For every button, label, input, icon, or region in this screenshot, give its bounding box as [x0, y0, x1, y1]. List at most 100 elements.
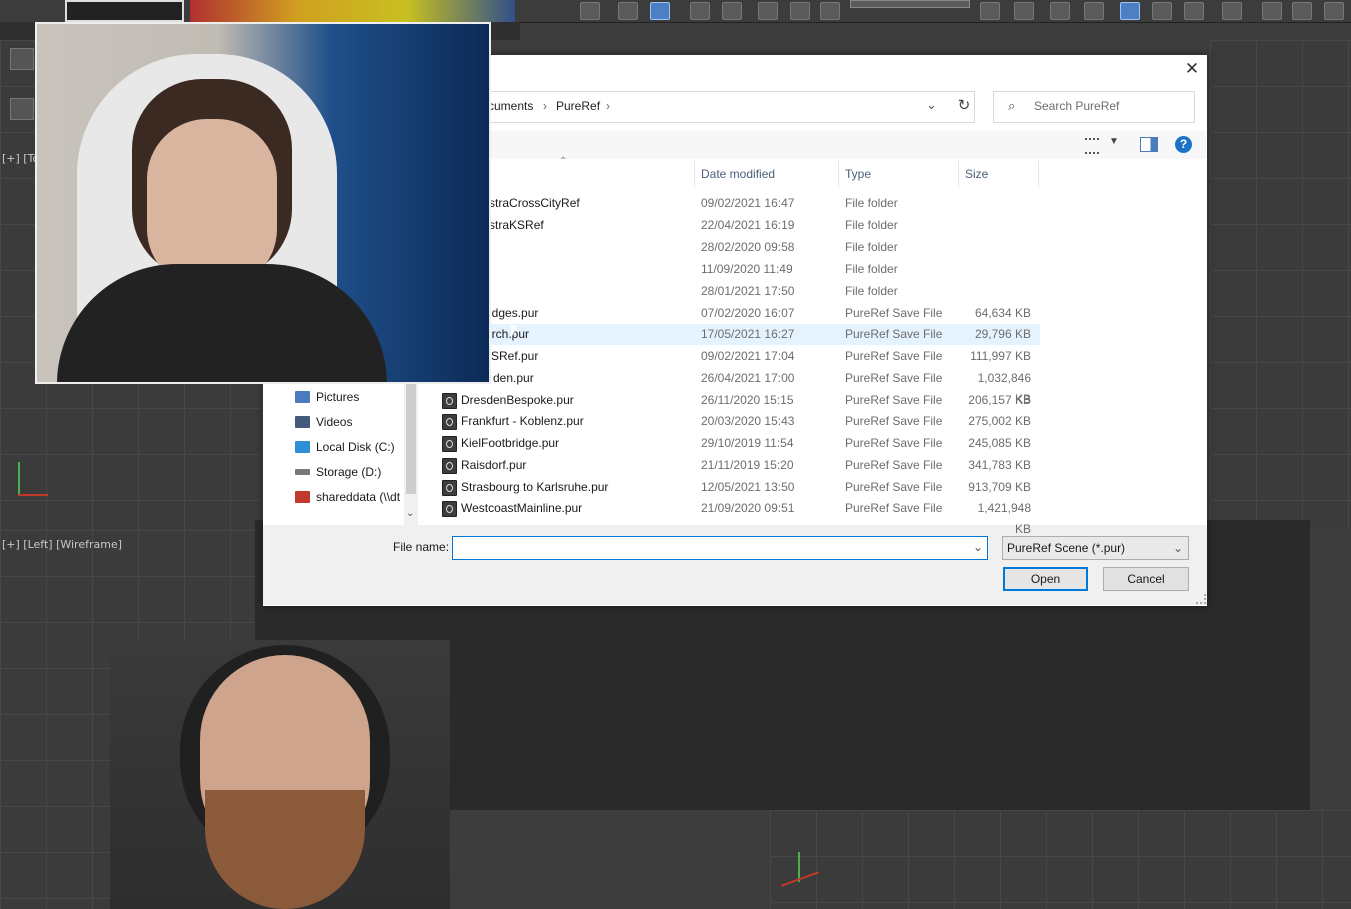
column-date-modified[interactable]: Date modified [701, 165, 775, 185]
file-size: 111,997 KB [970, 349, 1031, 363]
open-button[interactable]: Open [1003, 567, 1088, 591]
viewport-left-label[interactable]: [+] [Left] [Wireframe] [2, 538, 122, 551]
select-icon[interactable] [580, 2, 600, 20]
filename-dropdown-icon[interactable]: ⌄ [973, 540, 983, 554]
edit-named-sets-icon[interactable] [820, 2, 840, 20]
resize-grip-icon[interactable] [1196, 594, 1206, 604]
file-row[interactable]: WestcoastMainline.pur 21/09/2020 09:51 P… [440, 498, 1040, 536]
mirror-icon[interactable] [980, 2, 1000, 20]
local-disk-icon [295, 441, 310, 453]
file-date: 21/11/2019 15:20 [701, 458, 794, 472]
close-button[interactable]: ✕ [1180, 58, 1204, 80]
nav-label: Pictures [316, 390, 360, 404]
nav-scrollbar[interactable]: ⌄ [404, 380, 418, 525]
file-row[interactable]: in 28/01/2021 17:50 File folder [440, 281, 1040, 302]
scene-explorer-icon[interactable] [1084, 2, 1104, 20]
file-date: 20/03/2020 15:43 [701, 414, 795, 428]
nav-label: Videos [316, 415, 353, 429]
filename-input[interactable]: ⌄ [452, 536, 988, 560]
render-setup-icon[interactable] [1222, 2, 1242, 20]
column-separator[interactable] [1038, 161, 1039, 187]
file-type: PureRef Save File [845, 306, 943, 320]
render-icon[interactable] [1292, 2, 1312, 20]
videos-icon [295, 416, 310, 428]
file-row[interactable]: CityGSRef.pur 09/02/2021 17:04 PureRef S… [440, 346, 1040, 367]
nav-item-shareddata[interactable]: shareddata (\\dt [295, 485, 403, 509]
view-options-icon[interactable] [1085, 138, 1099, 154]
sort-arrow-icon: ⌃ [559, 156, 568, 167]
breadcrumb-chevron-icon[interactable]: › [606, 99, 610, 113]
chevron-down-icon[interactable]: ⌄ [926, 97, 937, 113]
pureref-file-icon [442, 480, 457, 496]
pureref-file-icon [442, 458, 457, 474]
file-row[interactable]: DresdenBespoke.pur 26/11/2020 15:15 Pure… [440, 390, 1040, 411]
help-icon[interactable]: ? [1175, 136, 1192, 153]
file-size: 29,796 KB [974, 327, 1031, 341]
viewport-top-label[interactable]: [+] [To [2, 152, 39, 165]
column-separator[interactable] [838, 161, 839, 187]
percent-snap-icon[interactable] [758, 2, 778, 20]
file-size: 275,002 KB [968, 414, 1031, 428]
nav-item-local-disk[interactable]: Local Disk (C:) [295, 435, 395, 459]
file-row[interactable]: looBridges.pur 07/02/2020 16:07 PureRef … [440, 303, 1040, 324]
file-row[interactable]: yRef 11/09/2020 11:49 File folder [440, 259, 1040, 280]
named-selection-dropdown[interactable] [850, 0, 970, 8]
breadcrumb-documents[interactable]: cuments [488, 99, 533, 113]
file-row[interactable]: eShastraKSRef 22/04/2021 16:19 File fold… [440, 215, 1040, 236]
file-row[interactable]: Raisdorf.pur 21/11/2019 15:20 PureRef Sa… [440, 455, 1040, 476]
cancel-button[interactable]: Cancel [1103, 567, 1189, 591]
nav-item-pictures[interactable]: Pictures [295, 385, 359, 409]
filetype-select[interactable]: PureRef Scene (*.pur) ⌄ [1002, 536, 1189, 560]
mouse-cursor-icon [511, 325, 517, 339]
nav-item-videos[interactable]: Videos [295, 410, 352, 434]
file-type: PureRef Save File [845, 414, 943, 428]
filename-label: File name: [393, 540, 450, 554]
file-date: 26/04/2021 17:00 [701, 371, 795, 385]
file-row[interactable]: den.pur 26/04/2021 17:00 PureRef Save Fi… [440, 368, 1040, 406]
move-icon[interactable] [618, 2, 638, 20]
active-tool-icon[interactable] [650, 2, 670, 20]
filetype-value: PureRef Scene (*.pur) [1007, 541, 1126, 555]
view-dropdown-icon[interactable]: ▼ [1109, 136, 1119, 147]
nav-scrollbar-thumb[interactable] [406, 382, 416, 494]
refresh-icon[interactable]: ↻ [950, 91, 978, 121]
file-row[interactable]: ence 28/02/2020 09:58 File folder [440, 237, 1040, 258]
breadcrumb-pureref[interactable]: PureRef [556, 99, 600, 113]
file-date: 29/10/2019 11:54 [701, 436, 794, 450]
file-date: 21/09/2020 09:51 [701, 501, 795, 515]
snap-icon[interactable] [690, 2, 710, 20]
file-size: 245,085 KB [968, 436, 1031, 450]
filetype-chevron-icon: ⌄ [1173, 541, 1184, 555]
scroll-down-icon[interactable]: ⌄ [406, 508, 414, 519]
spinner-snap-icon[interactable] [790, 2, 810, 20]
preview-pane-icon[interactable] [1140, 137, 1158, 152]
column-separator[interactable] [958, 161, 959, 187]
search-input[interactable]: ⌕ Search PureRef [993, 91, 1195, 123]
file-row[interactable]: Frankfurt - Koblenz.pur 20/03/2020 15:43… [440, 411, 1040, 432]
file-row[interactable]: KielFootbridge.pur 29/10/2019 11:54 Pure… [440, 433, 1040, 454]
address-bar[interactable]: cuments › PureRef › ⌄ [487, 91, 975, 123]
viewport-top-right[interactable] [1210, 40, 1351, 530]
file-date: 22/04/2021 16:19 [701, 218, 795, 232]
file-date: 17/05/2021 16:27 [701, 327, 795, 341]
webcam-overlay-bottom [110, 640, 450, 909]
file-size: 64,634 KB [974, 306, 1031, 320]
file-row-hovered[interactable]: nville rch.pur 17/05/2021 16:27 PureRef … [440, 324, 1040, 345]
viewport-perspective[interactable] [770, 810, 1351, 909]
schematic-icon[interactable] [1152, 2, 1172, 20]
column-separator[interactable] [694, 161, 695, 187]
curve-editor-icon[interactable] [1120, 2, 1140, 20]
render-frame-icon[interactable] [1262, 2, 1282, 20]
side-tool-icon[interactable] [10, 48, 34, 70]
material-editor-icon[interactable] [1184, 2, 1204, 20]
angle-snap-icon[interactable] [722, 2, 742, 20]
column-size[interactable]: Size [965, 165, 988, 185]
layer-icon[interactable] [1050, 2, 1070, 20]
file-row[interactable]: Strasbourg to Karlsruhe.pur 12/05/2021 1… [440, 477, 1040, 498]
file-row[interactable]: eShastraCrossCityRef 09/02/2021 16:47 Fi… [440, 193, 1040, 214]
nav-item-storage[interactable]: Storage (D:) [295, 460, 381, 484]
side-tool-2-icon[interactable] [10, 98, 34, 120]
column-type[interactable]: Type [845, 165, 871, 185]
align-icon[interactable] [1014, 2, 1034, 20]
render-active-icon[interactable] [1324, 2, 1344, 20]
